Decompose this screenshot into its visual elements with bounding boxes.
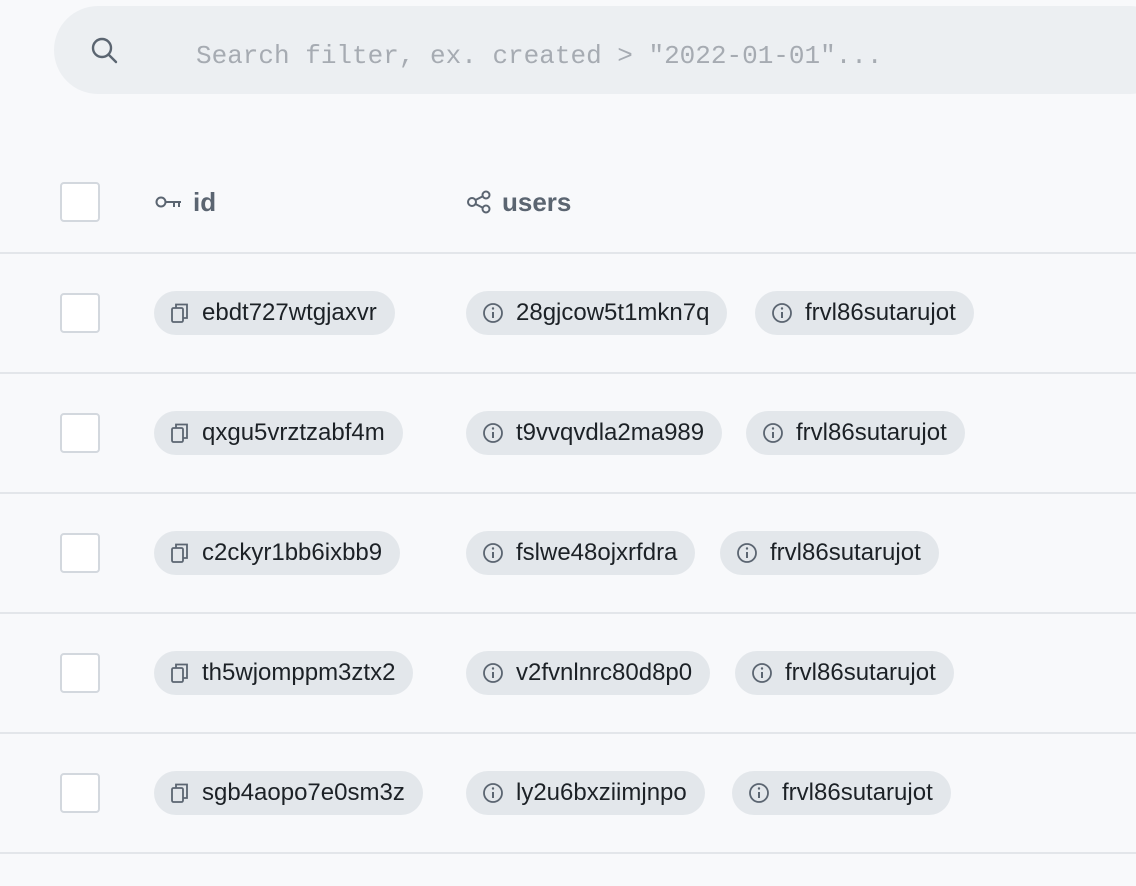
- copy-icon[interactable]: [170, 422, 190, 444]
- copy-icon[interactable]: [170, 542, 190, 564]
- record-id: sgb4aopo7e0sm3z: [202, 779, 405, 806]
- copy-icon[interactable]: [170, 302, 190, 324]
- records-page: id users ebdt727wtgjaxvr: [0, 0, 1136, 886]
- copy-icon[interactable]: [170, 782, 190, 804]
- record-id-chip[interactable]: sgb4aopo7e0sm3z: [154, 771, 423, 815]
- user-chip[interactable]: 28gjcow5t1mkn7q: [466, 291, 728, 335]
- column-header-id[interactable]: id: [155, 183, 216, 221]
- info-icon: [482, 542, 504, 564]
- column-header-users-label: users: [502, 186, 572, 217]
- row-checkbox[interactable]: [60, 773, 100, 813]
- table-header: id users: [0, 143, 1136, 253]
- user-id: frvl86sutarujot: [770, 539, 921, 566]
- user-id: v2fvnlnrc80d8p0: [516, 659, 693, 686]
- user-chip[interactable]: frvl86sutarujot: [735, 651, 954, 695]
- user-id: fslwe48ojxrfdra: [516, 539, 678, 566]
- table-row[interactable]: th5wjomppm3ztx2 v2fvnlnrc80d8p0 frvl86su…: [0, 613, 1136, 733]
- key-icon: [155, 194, 183, 210]
- search-input-wrap: [54, 6, 1136, 94]
- user-chip[interactable]: frvl86sutarujot: [732, 771, 951, 815]
- copy-icon[interactable]: [170, 662, 190, 684]
- table-row[interactable]: qxgu5vrztzabf4m t9vvqvdla2ma989 frvl86su…: [0, 373, 1136, 493]
- row-checkbox[interactable]: [60, 533, 100, 573]
- user-chip[interactable]: frvl86sutarujot: [755, 291, 974, 335]
- user-chip[interactable]: v2fvnlnrc80d8p0: [466, 651, 711, 695]
- row-checkbox[interactable]: [60, 653, 100, 693]
- info-icon: [762, 422, 784, 444]
- user-id: 28gjcow5t1mkn7q: [516, 299, 710, 326]
- user-id: frvl86sutarujot: [785, 659, 936, 686]
- search-input[interactable]: [194, 30, 1136, 82]
- info-icon: [482, 302, 504, 324]
- record-id: th5wjomppm3ztx2: [202, 659, 396, 686]
- info-icon: [482, 782, 504, 804]
- record-id: c2ckyr1bb6ixbb9: [202, 539, 383, 566]
- user-chip[interactable]: fslwe48ojxrfdra: [466, 531, 696, 575]
- info-icon: [482, 422, 504, 444]
- record-id: qxgu5vrztzabf4m: [202, 419, 385, 446]
- row-checkbox[interactable]: [60, 293, 100, 333]
- user-chip[interactable]: frvl86sutarujot: [746, 411, 965, 455]
- record-id-chip[interactable]: th5wjomppm3ztx2: [154, 651, 414, 695]
- info-icon: [771, 302, 793, 324]
- column-header-id-label: id: [193, 186, 217, 217]
- record-id-chip[interactable]: ebdt727wtgjaxvr: [154, 291, 395, 335]
- table-row[interactable]: sgb4aopo7e0sm3z ly2u6bxziimjnpo frvl86su…: [0, 733, 1136, 853]
- row-checkbox[interactable]: [60, 413, 100, 453]
- user-id: frvl86sutarujot: [782, 779, 933, 806]
- select-all-checkbox[interactable]: [60, 182, 100, 222]
- record-id-chip[interactable]: qxgu5vrztzabf4m: [154, 411, 403, 455]
- user-id: ly2u6bxziimjnpo: [516, 779, 687, 806]
- info-icon: [736, 542, 758, 564]
- table-row[interactable]: c2ckyr1bb6ixbb9 fslwe48ojxrfdra frvl86su…: [0, 493, 1136, 613]
- user-id: frvl86sutarujot: [796, 419, 947, 446]
- record-id: ebdt727wtgjaxvr: [202, 299, 377, 326]
- info-icon: [748, 782, 770, 804]
- relation-icon: [466, 190, 492, 214]
- info-icon: [482, 662, 504, 684]
- info-icon: [751, 662, 773, 684]
- user-id: frvl86sutarujot: [805, 299, 956, 326]
- user-chip[interactable]: ly2u6bxziimjnpo: [466, 771, 705, 815]
- user-id: t9vvqvdla2ma989: [516, 419, 705, 446]
- record-id-chip[interactable]: c2ckyr1bb6ixbb9: [154, 531, 401, 575]
- column-header-users[interactable]: users: [466, 183, 571, 221]
- user-chip[interactable]: t9vvqvdla2ma989: [466, 411, 723, 455]
- divider: [0, 852, 1136, 854]
- table-row[interactable]: ebdt727wtgjaxvr 28gjcow5t1mkn7q frvl86su…: [0, 253, 1136, 373]
- user-chip[interactable]: frvl86sutarujot: [720, 531, 939, 575]
